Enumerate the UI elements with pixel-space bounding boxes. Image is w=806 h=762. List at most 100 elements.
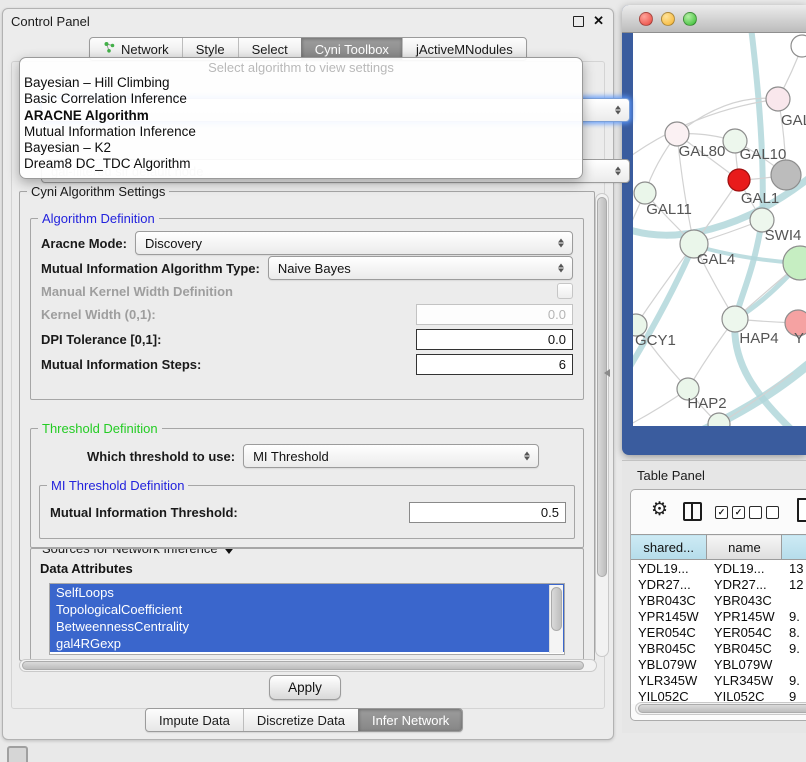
- table-cell: 9.: [782, 608, 806, 624]
- table-cell: YPR145W: [707, 608, 782, 624]
- settings-vertical-scrollbar[interactable]: [595, 193, 609, 657]
- bottom-tab-impute-data-label: Impute Data: [159, 713, 230, 728]
- tab-jactivemnodules-label: jActiveMNodules: [416, 42, 513, 57]
- node-label-gal11: GAL11: [646, 201, 692, 218]
- settings-horizontal-scrollbar[interactable]: [19, 659, 597, 672]
- kernel-width-input[interactable]: 0.0: [416, 304, 573, 325]
- algorithm-dropdown-popup: Select algorithm to view settings Bayesi…: [19, 57, 583, 179]
- node-label-gal10: GAL10: [740, 146, 787, 163]
- threshold-definition-title: Threshold Definition: [38, 421, 162, 436]
- table-cell: [782, 592, 806, 608]
- tab-select-label: Select: [252, 42, 288, 57]
- data-attributes-list[interactable]: SelfLoopsTopologicalCoefficientBetweenne…: [49, 583, 565, 655]
- mi-type-combobox[interactable]: Naive Bayes: [268, 256, 573, 280]
- dropdown-item-bayesian-hill-climbing[interactable]: Bayesian – Hill Climbing: [20, 75, 582, 91]
- table-cell: YBR045C: [707, 640, 782, 656]
- bottom-tab-discretize-data[interactable]: Discretize Data: [243, 709, 358, 731]
- table-row[interactable]: YLR345WYLR345W9.: [631, 672, 806, 688]
- table-row[interactable]: YDR27...YDR27...12: [631, 576, 806, 592]
- mi-threshold-label: Mutual Information Threshold:: [50, 505, 238, 520]
- manual-kernel-label: Manual Kernel Width Definition: [41, 284, 233, 299]
- node-label-hap4: HAP4: [739, 330, 778, 347]
- node-label-hap2: HAP2: [687, 395, 726, 412]
- table-cell: YBL079W: [707, 656, 782, 672]
- data-attributes-label: Data Attributes: [40, 561, 133, 576]
- bottom-tab-infer-network[interactable]: Infer Network: [358, 709, 462, 731]
- zoom-traffic-light[interactable]: [683, 12, 697, 26]
- table-horizontal-scrollbar[interactable]: [635, 702, 806, 715]
- dpi-tolerance-input[interactable]: 0.0: [416, 329, 573, 350]
- table-cell: YLR345W: [707, 672, 782, 688]
- close-icon[interactable]: ✕: [593, 15, 604, 27]
- node-label-gal4: GAL4: [697, 251, 735, 268]
- network-node[interactable]: [791, 35, 806, 57]
- deselect-all-columns-icon[interactable]: [749, 506, 779, 519]
- table-cell: YER054C: [631, 624, 707, 640]
- tab-style-label: Style: [196, 42, 225, 57]
- splitter-collapse-arrow[interactable]: [604, 369, 610, 377]
- network-node-hap4[interactable]: [722, 306, 748, 332]
- aracne-mode-value: Discovery: [145, 236, 202, 251]
- network-node[interactable]: [771, 160, 801, 190]
- table-cell: YBL079W: [631, 656, 707, 672]
- select-all-columns-icon[interactable]: ✓✓: [715, 506, 745, 519]
- dropdown-item-bayesian-k2[interactable]: Bayesian – K2: [20, 140, 582, 156]
- table-row[interactable]: YBL079WYBL079W: [631, 656, 806, 672]
- gear-icon[interactable]: ⚙: [651, 499, 668, 521]
- table-row[interactable]: YPR145WYPR145W9.: [631, 608, 806, 624]
- table-cell: 13: [782, 560, 806, 577]
- sources-title[interactable]: Sources for Network Inference: [38, 548, 240, 556]
- tab-cyni-toolbox-label: Cyni Toolbox: [315, 42, 389, 57]
- mi-steps-input[interactable]: 6: [416, 354, 573, 375]
- algorithm-definition-title: Algorithm Definition: [38, 211, 159, 226]
- node-label-gcy1: GCY1: [635, 332, 676, 349]
- split-view-icon[interactable]: [683, 502, 702, 521]
- column-header-hidden[interactable]: [782, 535, 806, 560]
- which-threshold-value: MI Threshold: [253, 449, 329, 464]
- table-row[interactable]: YER054CYER054C8.: [631, 624, 806, 640]
- aracne-mode-combobox[interactable]: Discovery: [135, 231, 573, 255]
- attribute-item-betweennesscentrality[interactable]: BetweennessCentrality: [50, 618, 564, 635]
- expanded-arrow-icon: [222, 548, 236, 554]
- dropdown-item-mutual-information-inference[interactable]: Mutual Information Inference: [20, 124, 582, 140]
- dropdown-placeholder: Select algorithm to view settings: [20, 60, 582, 75]
- node-label-gal: GAL: [781, 112, 806, 129]
- table-cell: YDL19...: [707, 560, 782, 577]
- bottom-tab-impute-data[interactable]: Impute Data: [146, 709, 243, 731]
- attribute-item-gal4rgexp[interactable]: gal4RGexp: [50, 635, 564, 652]
- column-header-shared[interactable]: shared...: [631, 535, 707, 560]
- attribute-item-topologicalcoefficient[interactable]: TopologicalCoefficient: [50, 601, 564, 618]
- manual-kernel-checkbox[interactable]: [557, 283, 573, 299]
- dropdown-item-dream8-dc-tdc-algorithm[interactable]: Dream8 DC_TDC Algorithm: [20, 156, 582, 172]
- mi-threshold-input[interactable]: 0.5: [409, 502, 566, 523]
- column-header-name[interactable]: name: [707, 535, 782, 560]
- attribute-item-selfloops[interactable]: SelfLoops: [50, 584, 564, 601]
- table-cell: YPR145W: [631, 608, 707, 624]
- new-table-icon[interactable]: [797, 498, 806, 522]
- table-row[interactable]: YDL19...YDL19...13: [631, 560, 806, 577]
- dropdown-item-basic-correlation-inference[interactable]: Basic Correlation Inference: [20, 91, 582, 107]
- node-table-container: ⚙ ✓✓ shared...name YDL19...YDL19...13YDR…: [630, 489, 806, 721]
- dock-panel-icon[interactable]: [7, 746, 28, 762]
- table-row[interactable]: YBR043CYBR043C: [631, 592, 806, 608]
- minimize-traffic-light[interactable]: [661, 12, 675, 26]
- close-traffic-light[interactable]: [639, 12, 653, 26]
- table-cell: YDL19...: [631, 560, 707, 577]
- table-cell: YBR043C: [631, 592, 707, 608]
- which-threshold-combobox[interactable]: MI Threshold: [243, 444, 539, 468]
- network-canvas[interactable]: GALGAL80GAL10GAL1GAL11SWI4GAL4HAP4YGCY1H…: [633, 33, 806, 426]
- table-cell: YDR27...: [631, 576, 707, 592]
- table-row[interactable]: YBR045CYBR045C9.: [631, 640, 806, 656]
- mi-steps-label: Mutual Information Steps:: [41, 357, 201, 372]
- network-window-titlebar[interactable]: [622, 5, 806, 33]
- tab-network-label: Network: [121, 42, 169, 57]
- control-panel-title: Control Panel: [11, 14, 90, 29]
- float-window-icon[interactable]: [573, 16, 584, 27]
- dropdown-item-aracne-algorithm[interactable]: ARACNE Algorithm: [20, 108, 582, 124]
- mi-threshold-group: MI Threshold Definition Mutual Informati…: [39, 485, 575, 539]
- attributes-scrollbar[interactable]: [549, 585, 563, 653]
- network-node-gal1[interactable]: [728, 169, 750, 191]
- apply-button[interactable]: Apply: [269, 675, 341, 700]
- network-node-gal[interactable]: [766, 87, 790, 111]
- bottom-tab-discretize-data-label: Discretize Data: [257, 713, 345, 728]
